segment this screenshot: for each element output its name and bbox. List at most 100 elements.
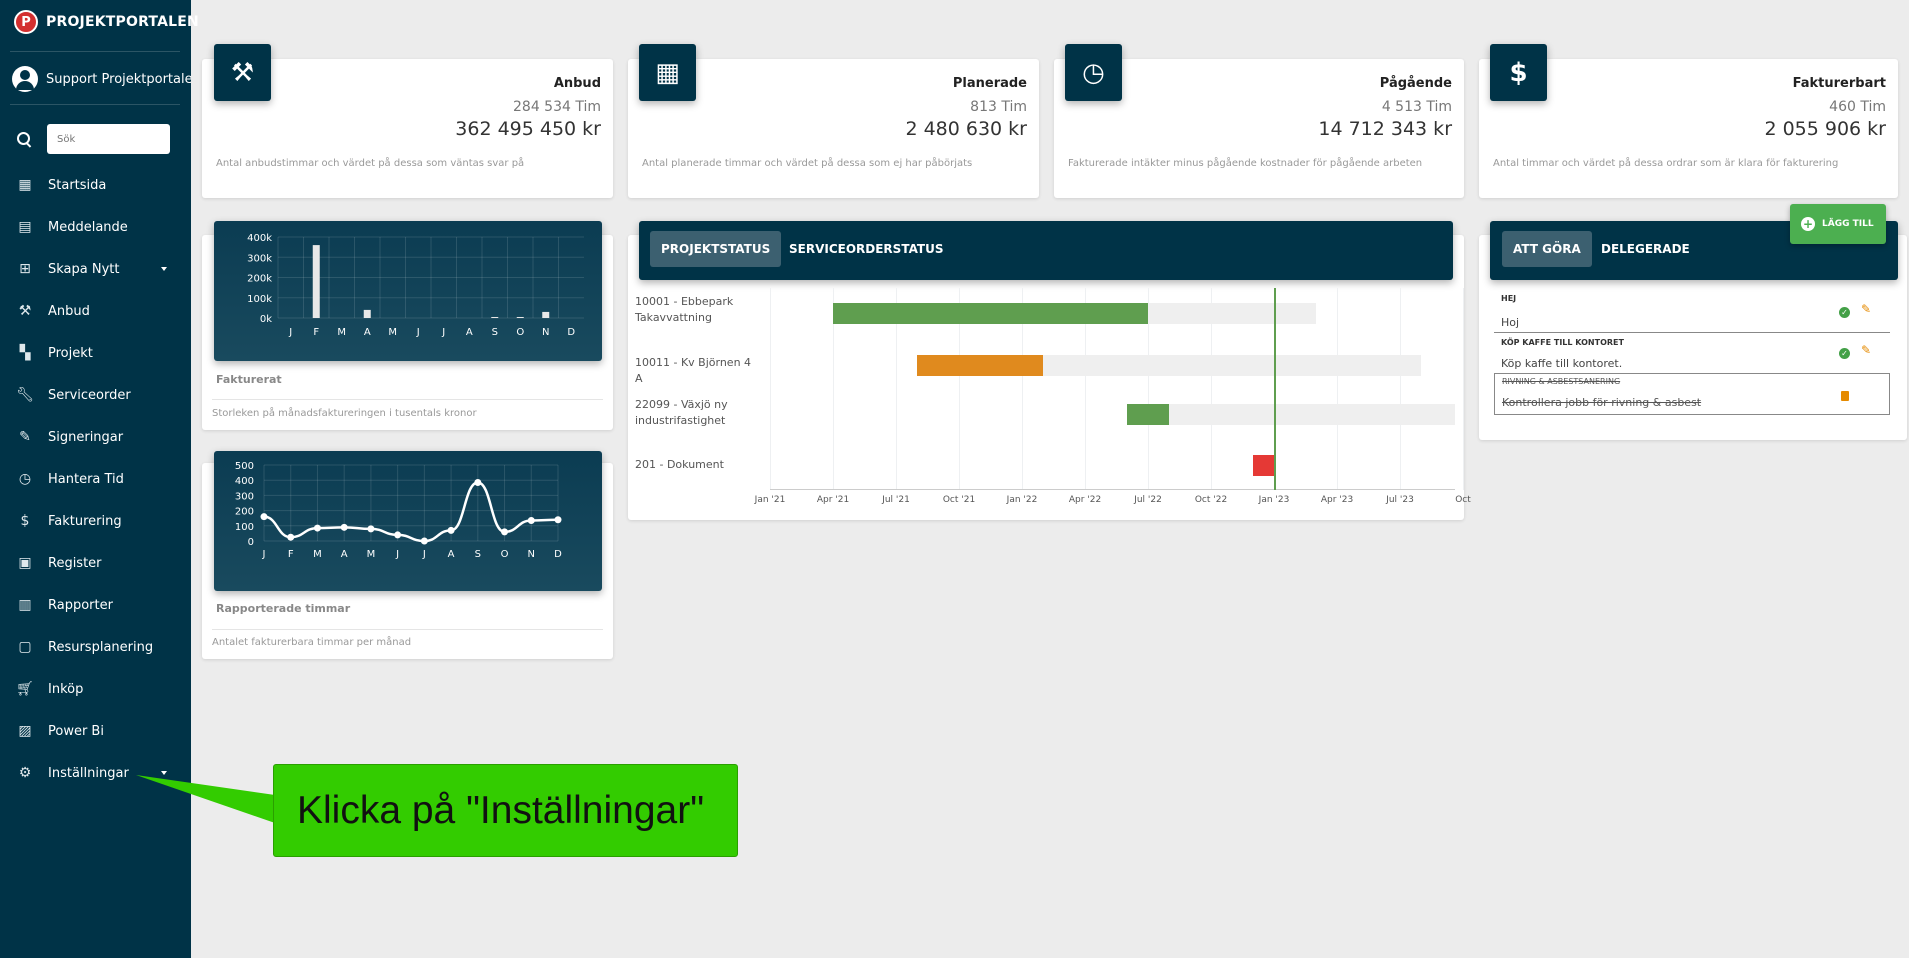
nav-item-serviceorder[interactable]: 🔧︎ Serviceorder [0, 377, 191, 413]
x-tick-label: M [367, 549, 376, 560]
nav-label: Serviceorder [48, 387, 131, 403]
nav-label: Inköp [48, 681, 84, 697]
tab-delegerade[interactable]: DELEGERADE [1590, 231, 1701, 267]
series-line [263, 481, 559, 543]
x-tick-label: J [288, 327, 292, 338]
data-point [554, 516, 562, 524]
cart-icon: 🛒︎ [16, 681, 34, 697]
dashboard-icon: ▦ [18, 177, 32, 193]
nav-label: Skapa Nytt [48, 261, 120, 277]
gavel-icon: ⚒ [214, 44, 271, 101]
check-icon[interactable]: ✓ [1839, 307, 1850, 318]
gantt-tick-label: Jan '22 [1006, 495, 1038, 505]
x-tick-label: N [542, 327, 549, 338]
gantt-tick-label: Jul '21 [882, 495, 910, 505]
chart-title: Fakturerat [216, 373, 282, 386]
image-icon: ▣ [18, 555, 32, 571]
nav-item-startsida[interactable]: ▦ Startsida [0, 167, 191, 203]
gantt-tick-label: Oct '22 [1194, 495, 1228, 505]
x-tick-label: S [475, 549, 481, 560]
nav-item-meddelande[interactable]: ▤ Meddelande [0, 209, 191, 245]
nav-item-skapa-nytt[interactable]: ⊞ Skapa Nytt [0, 251, 191, 287]
edit-icon[interactable]: ✎ [1861, 302, 1871, 316]
nav-item-hantera-tid[interactable]: ◷ Hantera Tid [0, 461, 191, 497]
nav-item-rapporter[interactable]: ▥ Rapporter [0, 587, 191, 623]
stat-amount: 2 055 906 kr [1764, 118, 1886, 140]
today-marker [1274, 288, 1276, 490]
check-icon[interactable]: ✓ [1839, 348, 1850, 359]
x-tick-label: S [492, 327, 498, 338]
app-name: PROJEKTPORTALEN [46, 14, 199, 30]
nav-label: Startsida [48, 177, 107, 193]
data-point [394, 531, 402, 539]
gantt-row-label: 10001 - Ebbepark Takavvattning [635, 295, 734, 324]
gantt-bar[interactable] [833, 303, 1148, 324]
clock-icon: ◷ [18, 471, 32, 487]
nav-label: Inställningar [48, 765, 129, 781]
tab-serviceorderstatus[interactable]: SERVICEORDERSTATUS [778, 231, 955, 267]
callout-pointer [136, 775, 275, 823]
nav-item-fakturering[interactable]: $ Fakturering [0, 503, 191, 539]
nav-item-register[interactable]: ▣ Register [0, 545, 191, 581]
stat-hours: 4 513 Tim [1381, 99, 1452, 115]
add-box-icon: ⊞ [19, 261, 31, 277]
gantt-tick-label: Apr '21 [816, 495, 850, 505]
invoiced-chart: 400k 300k 200k 100k 0k J F M A M J J A S O N D [214, 221, 602, 361]
edit-icon[interactable]: ✎ [1861, 343, 1871, 357]
y-tick-label: 400k [247, 233, 272, 244]
nav-item-power-bi[interactable]: ▨ Power Bi [0, 713, 191, 749]
y-tick-label: 500 [235, 461, 254, 472]
trash-icon[interactable] [1841, 391, 1849, 401]
tab-att-gora[interactable]: ATT GÖRA [1502, 231, 1592, 267]
x-tick-label: A [466, 327, 473, 338]
gantt-row-label: 22099 - Växjö ny industrifastighet [635, 398, 728, 427]
avatar-icon [12, 66, 38, 92]
tab-projektstatus[interactable]: PROJEKTSTATUS [650, 231, 782, 267]
todo-item-done: RIVNING & ASBESTSANERING Kontrollera job… [1494, 373, 1890, 415]
user-profile[interactable]: Support Projektportalen [12, 66, 191, 92]
divider [212, 629, 603, 630]
data-point [501, 528, 509, 536]
nav-label: Rapporter [48, 597, 113, 613]
gear-icon: ⚙ [18, 765, 32, 781]
plus-icon: + [1801, 217, 1815, 231]
dollar-icon: $ [1490, 44, 1547, 101]
nav-label: Projekt [48, 345, 93, 361]
nav-label: Register [48, 555, 102, 571]
bar [363, 309, 371, 318]
app-logo[interactable]: P PROJEKTPORTALEN [14, 10, 199, 34]
x-tick-label: J [262, 549, 266, 560]
nav-item-signeringar[interactable]: ✎ Signeringar [0, 419, 191, 455]
calendar-report-icon: ▥ [18, 597, 32, 613]
y-tick-label: 300 [235, 491, 254, 502]
project-tab-bar: PROJEKTSTATUS SERVICEORDERSTATUS [639, 221, 1453, 280]
logo-icon: P [14, 10, 38, 34]
nav-label: Resursplanering [48, 639, 154, 655]
search-input[interactable] [47, 124, 170, 154]
todo-text: Kontrollera jobb för rivning & asbest [1502, 396, 1702, 409]
gridline [1400, 288, 1401, 490]
add-todo-button[interactable]: + LÄGG TILL [1790, 204, 1886, 244]
gantt-bar[interactable] [917, 355, 1043, 376]
gantt-bar-track [1127, 404, 1455, 425]
y-tick-label: 400 [235, 476, 254, 487]
y-tick-label: 100k [247, 294, 272, 305]
stat-description: Antal timmar och värdet på dessa ordrar … [1493, 158, 1839, 169]
gridline [770, 288, 771, 490]
todo-title: HEJ [1501, 294, 1517, 303]
nav-label: Anbud [48, 303, 90, 319]
nav-item-projekt[interactable]: ▚ Projekt [0, 335, 191, 371]
gantt-bar[interactable] [1253, 455, 1274, 476]
nav-item-resursplanering[interactable]: ▢ Resursplanering [0, 629, 191, 665]
gantt-bar[interactable] [1127, 404, 1169, 425]
todo-title: RIVNING & ASBESTSANERING [1502, 377, 1621, 386]
stat-title: Anbud [553, 76, 601, 91]
calendar-icon: ▢ [18, 639, 32, 655]
nav-item-inkop[interactable]: 🛒︎ Inköp [0, 671, 191, 707]
stat-description: Antal planerade timmar och värdet på des… [642, 158, 973, 169]
nav-item-anbud[interactable]: ⚒ Anbud [0, 293, 191, 329]
dollar-icon: $ [20, 513, 30, 529]
add-todo-label: LÄGG TILL [1822, 219, 1874, 229]
gavel-icon: ⚒ [18, 303, 32, 319]
x-tick-label: J [395, 549, 399, 560]
